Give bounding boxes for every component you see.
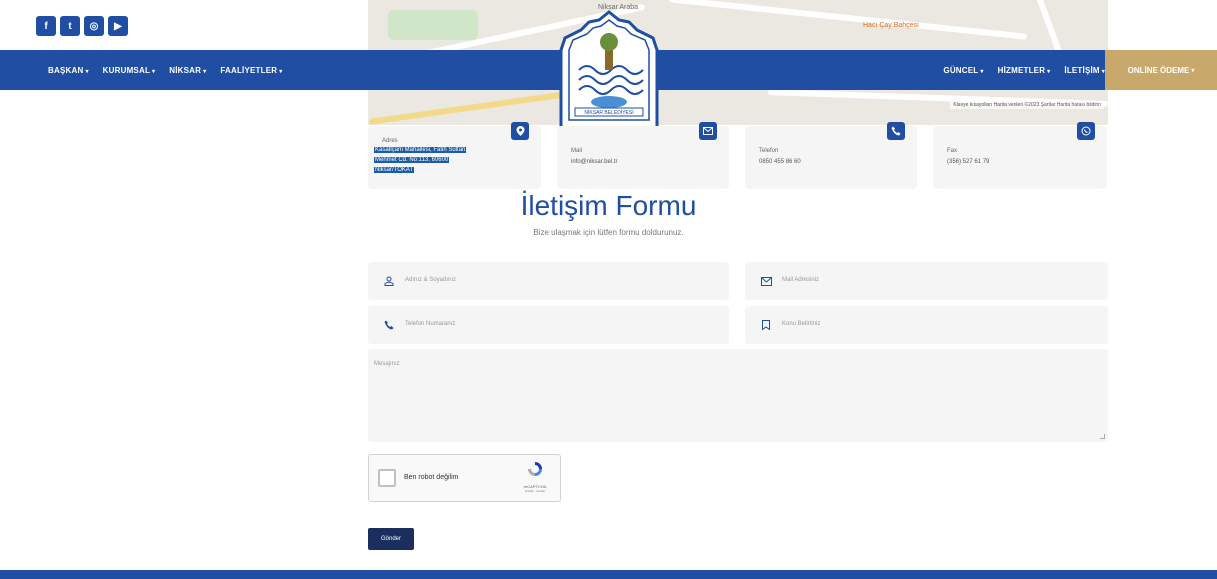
nav-item-faaliyetler[interactable]: FAALİYETLER ▾ bbox=[220, 66, 282, 75]
message-textarea[interactable]: Mesajınız bbox=[368, 349, 1108, 442]
nav-item-iletisim[interactable]: İLETİŞİM ▾ bbox=[1064, 66, 1105, 75]
subject-field[interactable]: Konu Belirtiniz bbox=[745, 306, 1108, 344]
envelope-icon bbox=[699, 122, 717, 140]
envelope-icon bbox=[759, 274, 773, 288]
location-pin-icon bbox=[511, 122, 529, 140]
online-payment-button[interactable]: ONLİNE ÖDEME ▾ bbox=[1105, 50, 1217, 90]
subject-placeholder: Konu Belirtiniz bbox=[782, 321, 821, 327]
phone-icon bbox=[887, 122, 905, 140]
instagram-icon[interactable]: ◎ bbox=[84, 16, 104, 36]
contact-page: Niksar Araba Hacı Çay Bahçesi Klavye kıs… bbox=[0, 0, 1217, 579]
chevron-down-icon: ▾ bbox=[85, 68, 89, 75]
fax-value: (356) 527 61 79 bbox=[947, 159, 990, 165]
name-placeholder: Adınız & Soyadınız bbox=[405, 277, 457, 283]
address-card: Adres Kasatlçam Mahallesi, Fatih Sultan … bbox=[368, 122, 541, 189]
phone-field[interactable]: Telefon Numaranız bbox=[368, 306, 729, 344]
nav-item-hizmetler[interactable]: HİZMETLER ▾ bbox=[998, 66, 1051, 75]
email-placeholder: Mail Adresiniz bbox=[782, 277, 820, 283]
facebook-icon[interactable]: f bbox=[36, 16, 56, 36]
chevron-down-icon: ▾ bbox=[980, 68, 984, 75]
email-field[interactable]: Mail Adresiniz bbox=[745, 262, 1108, 300]
nav-item-baskan[interactable]: BAŞKAN ▾ bbox=[48, 66, 89, 75]
user-icon bbox=[382, 274, 396, 288]
logo-text: NİKSAR BELEDİYESİ bbox=[584, 109, 633, 116]
nav-item-guncel[interactable]: GÜNCEL ▾ bbox=[943, 66, 983, 75]
youtube-icon[interactable]: ▶ bbox=[108, 16, 128, 36]
recaptcha-icon bbox=[528, 462, 542, 476]
mail-value[interactable]: info@niksar.bel.tr bbox=[571, 157, 617, 167]
address-label: Adres bbox=[382, 138, 398, 144]
social-links: f t ◎ ▶ bbox=[36, 16, 128, 36]
municipality-logo[interactable]: NİKSAR BELEDİYESİ bbox=[557, 10, 661, 135]
form-title: İletişim Formu bbox=[520, 190, 697, 221]
phone-icon bbox=[382, 318, 396, 332]
mail-label: Mail bbox=[571, 148, 583, 154]
chevron-down-icon: ▾ bbox=[279, 68, 283, 75]
nav-item-niksar[interactable]: NİKSAR ▾ bbox=[169, 66, 206, 75]
message-placeholder: Mesajınız bbox=[374, 361, 400, 367]
phone-value[interactable]: 0850 455 86 60 bbox=[759, 157, 801, 167]
map-poi: Hacı Çay Bahçesi bbox=[863, 22, 919, 29]
name-field[interactable]: Adınız & Soyadınız bbox=[368, 262, 729, 300]
chevron-down-icon: ▾ bbox=[152, 68, 156, 75]
chevron-down-icon: ▾ bbox=[1047, 68, 1051, 75]
resize-handle[interactable] bbox=[1100, 434, 1105, 439]
recaptcha-label: Ben robot değilim bbox=[404, 474, 459, 481]
footer-bar bbox=[0, 570, 1217, 579]
form-subtitle: Bize ulaşmak için lütfen formu doldurunu… bbox=[533, 228, 684, 237]
submit-button[interactable]: Gönder bbox=[368, 528, 414, 550]
phone-card: Telefon 0850 455 86 60 bbox=[745, 122, 917, 189]
bookmark-icon bbox=[759, 318, 773, 332]
chevron-down-icon: ▾ bbox=[203, 68, 207, 75]
nav-item-kurumsal[interactable]: KURUMSAL ▾ bbox=[103, 66, 156, 75]
fax-label: Fax bbox=[947, 148, 958, 154]
phone-placeholder: Telefon Numaranız bbox=[405, 321, 456, 327]
chevron-down-icon: ▾ bbox=[1191, 67, 1195, 74]
recaptcha-widget: Ben robot değilim reCAPTCHA Gizlilik - Ş… bbox=[368, 454, 561, 502]
mail-card: Mail info@niksar.bel.tr bbox=[557, 122, 729, 189]
phone-label: Telefon bbox=[759, 148, 779, 154]
twitter-icon[interactable]: t bbox=[60, 16, 80, 36]
whatsapp-icon bbox=[1077, 122, 1095, 140]
recaptcha-badge: reCAPTCHA Gizlilik - Şartlar bbox=[514, 461, 556, 493]
recaptcha-checkbox[interactable] bbox=[378, 469, 396, 487]
map-attribution[interactable]: Klavye kısayolları Harita verileri ©2023… bbox=[950, 101, 1104, 109]
address-value: Kasatlçam Mahallesi, Fatih Sultan Mehmet… bbox=[374, 147, 467, 173]
fax-card: Fax (356) 527 61 79 bbox=[933, 122, 1107, 189]
